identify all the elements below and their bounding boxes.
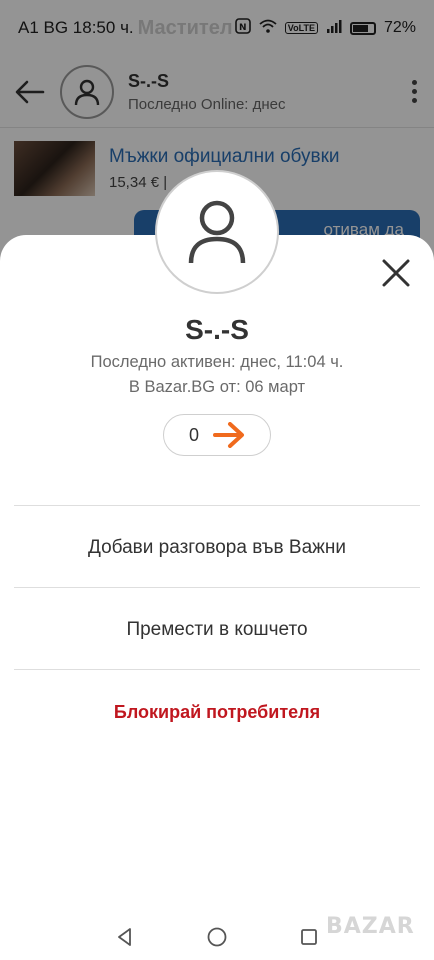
user-icon bbox=[188, 200, 246, 264]
close-button[interactable] bbox=[376, 253, 416, 293]
profile-member-since: В Bazar.BG от: 06 март bbox=[128, 378, 306, 396]
nav-home-icon[interactable] bbox=[202, 923, 232, 951]
nav-back-icon[interactable] bbox=[110, 923, 140, 951]
rating-button[interactable]: 0 bbox=[163, 414, 271, 456]
profile-name: S-.-S bbox=[185, 314, 249, 345]
arrow-right-icon bbox=[213, 422, 244, 448]
bazar-watermark: BAZAR bbox=[326, 914, 415, 939]
nav-recents-icon[interactable] bbox=[294, 923, 324, 951]
profile-last-active: Последно активен: днес, 11:04 ч. bbox=[90, 353, 344, 371]
rating-count: 0 bbox=[188, 424, 199, 445]
block-user-button[interactable]: Блокирай потребителя bbox=[14, 672, 420, 752]
add-to-important-button[interactable]: Добави разговора във Важни bbox=[14, 508, 420, 588]
divider bbox=[14, 669, 420, 670]
move-to-trash-button[interactable]: Премести в кошчето bbox=[14, 590, 420, 670]
divider bbox=[14, 587, 420, 588]
divider bbox=[14, 505, 420, 506]
close-icon bbox=[382, 259, 410, 287]
profile-avatar bbox=[155, 170, 279, 294]
